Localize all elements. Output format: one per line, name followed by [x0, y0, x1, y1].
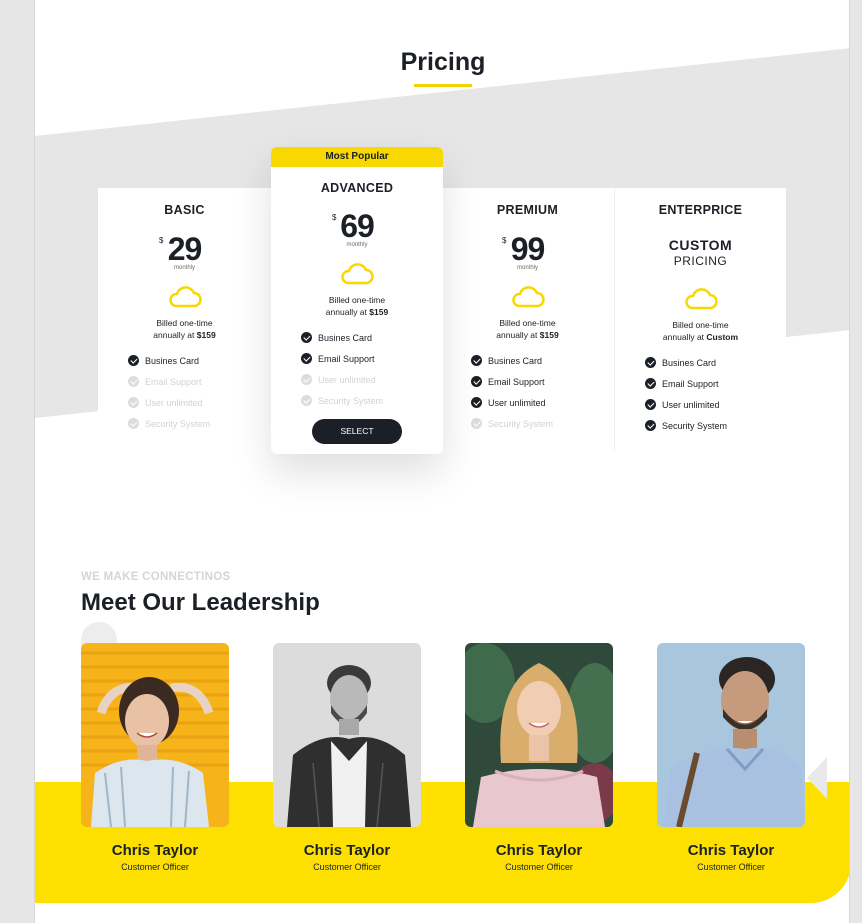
- currency-symbol: $: [332, 213, 337, 222]
- price-amount: 29: [167, 231, 203, 267]
- pricing-label: PRICING: [673, 254, 728, 268]
- check-icon: [471, 355, 482, 366]
- check-icon: [301, 395, 312, 406]
- price-amount: 99: [510, 231, 546, 267]
- leader-card: Chris Taylor Customer Officer: [81, 643, 229, 872]
- leader-photo: [465, 643, 613, 827]
- leader-card: Chris Taylor Customer Officer: [657, 643, 805, 872]
- leader-role: Customer Officer: [121, 862, 189, 872]
- select-button[interactable]: SELECT: [312, 419, 402, 444]
- price-period: monthly: [346, 242, 368, 248]
- check-icon: [645, 357, 656, 368]
- feature-item: Security System: [645, 415, 786, 436]
- plan-card-enterprice: ENTERPRICE CUSTOM PRICING Billed one-tim…: [614, 188, 786, 450]
- check-icon: [645, 378, 656, 389]
- feature-list: Busines Card Email Support User unlimite…: [615, 352, 786, 436]
- plan-name: PREMIUM: [496, 203, 559, 217]
- billed-amount: $159: [539, 330, 559, 340]
- leader-card: Chris Taylor Customer Officer: [465, 643, 613, 872]
- feature-item: Email Support: [645, 373, 786, 394]
- feature-item: Busines Card: [645, 352, 786, 373]
- check-icon: [301, 353, 312, 364]
- custom-label: CUSTOM: [668, 237, 733, 253]
- billing-note: Billed one-time annually at Custom: [662, 320, 739, 342]
- title-underline: [414, 84, 472, 87]
- most-popular-badge: Most Popular: [271, 147, 443, 167]
- check-icon: [471, 376, 482, 387]
- currency-symbol: $: [159, 236, 164, 245]
- plan-name: ADVANCED: [320, 181, 394, 195]
- cloud-icon: [341, 263, 374, 285]
- plan-price: $ 69 monthly: [271, 210, 443, 250]
- leader-role: Customer Officer: [505, 862, 573, 872]
- feature-item: User unlimited: [471, 392, 614, 413]
- feature-item: User unlimited: [301, 369, 443, 390]
- check-icon: [471, 418, 482, 429]
- plan-card-premium: PREMIUM $ 99 monthly Billed one-time ann…: [441, 188, 614, 450]
- feature-item: User unlimited: [645, 394, 786, 415]
- check-icon: [471, 397, 482, 408]
- cloud-icon: [684, 288, 718, 310]
- feature-item: Email Support: [301, 348, 443, 369]
- feature-item: Email Support: [128, 371, 271, 392]
- price-period: monthly: [516, 265, 538, 271]
- feature-item: Security System: [128, 413, 271, 434]
- feature-item: Busines Card: [471, 350, 614, 371]
- check-icon: [128, 355, 139, 366]
- decorative-triangle: [807, 757, 827, 799]
- cloud-icon: [511, 286, 545, 308]
- feature-item: Security System: [471, 413, 614, 434]
- billed-amount: Custom: [706, 332, 739, 342]
- leader-name: Chris Taylor: [687, 842, 775, 859]
- plan-name: ENTERPRICE: [658, 203, 743, 217]
- feature-list: Busines Card Email Support User unlimite…: [98, 350, 271, 434]
- price-period: monthly: [173, 265, 195, 271]
- page: Pricing BASIC $ 29 monthly Billed one-ti…: [34, 0, 850, 923]
- billing-note: Billed one-time annually at $159: [496, 318, 559, 340]
- billing-note: Billed one-time annually at $159: [325, 295, 389, 317]
- plan-card-basic: BASIC $ 29 monthly Billed one-time annua…: [98, 188, 271, 450]
- plan-card-advanced: Most Popular ADVANCED $ 69 monthly Bille…: [271, 147, 443, 454]
- price-amount: 69: [340, 208, 375, 244]
- check-icon: [128, 418, 139, 429]
- leader-role: Customer Officer: [313, 862, 381, 872]
- check-icon: [301, 374, 312, 385]
- check-icon: [301, 332, 312, 343]
- custom-pricing: CUSTOM PRICING: [615, 237, 786, 275]
- billing-note: Billed one-time annually at $159: [153, 318, 216, 340]
- pricing-title: Pricing: [400, 48, 486, 76]
- feature-list: Busines Card Email Support User unlimite…: [271, 327, 443, 411]
- plan-price: $ 99 monthly: [441, 233, 614, 273]
- leader-photo: [81, 643, 229, 827]
- feature-list: Busines Card Email Support User unlimite…: [441, 350, 614, 434]
- billed-amount: $159: [369, 307, 389, 317]
- cloud-icon: [168, 286, 202, 308]
- billed-amount: $159: [196, 330, 216, 340]
- feature-item: User unlimited: [128, 392, 271, 413]
- leader-name: Chris Taylor: [303, 842, 391, 859]
- leader-card: Chris Taylor Customer Officer: [273, 643, 421, 872]
- section-overline: WE MAKE CONNECTINOS: [81, 571, 231, 583]
- leader-name: Chris Taylor: [111, 842, 199, 859]
- check-icon: [645, 399, 656, 410]
- leader-role: Customer Officer: [697, 862, 765, 872]
- feature-item: Busines Card: [128, 350, 271, 371]
- leader-name: Chris Taylor: [495, 842, 583, 859]
- plan-price: $ 29 monthly: [98, 233, 271, 273]
- feature-item: Email Support: [471, 371, 614, 392]
- check-icon: [645, 420, 656, 431]
- currency-symbol: $: [502, 236, 507, 245]
- feature-item: Security System: [301, 390, 443, 411]
- check-icon: [128, 376, 139, 387]
- leader-photo: [273, 643, 421, 827]
- leader-photo: [657, 643, 805, 827]
- feature-item: Busines Card: [301, 327, 443, 348]
- plan-name: BASIC: [164, 203, 205, 217]
- leadership-title: Meet Our Leadership: [81, 589, 320, 616]
- check-icon: [128, 397, 139, 408]
